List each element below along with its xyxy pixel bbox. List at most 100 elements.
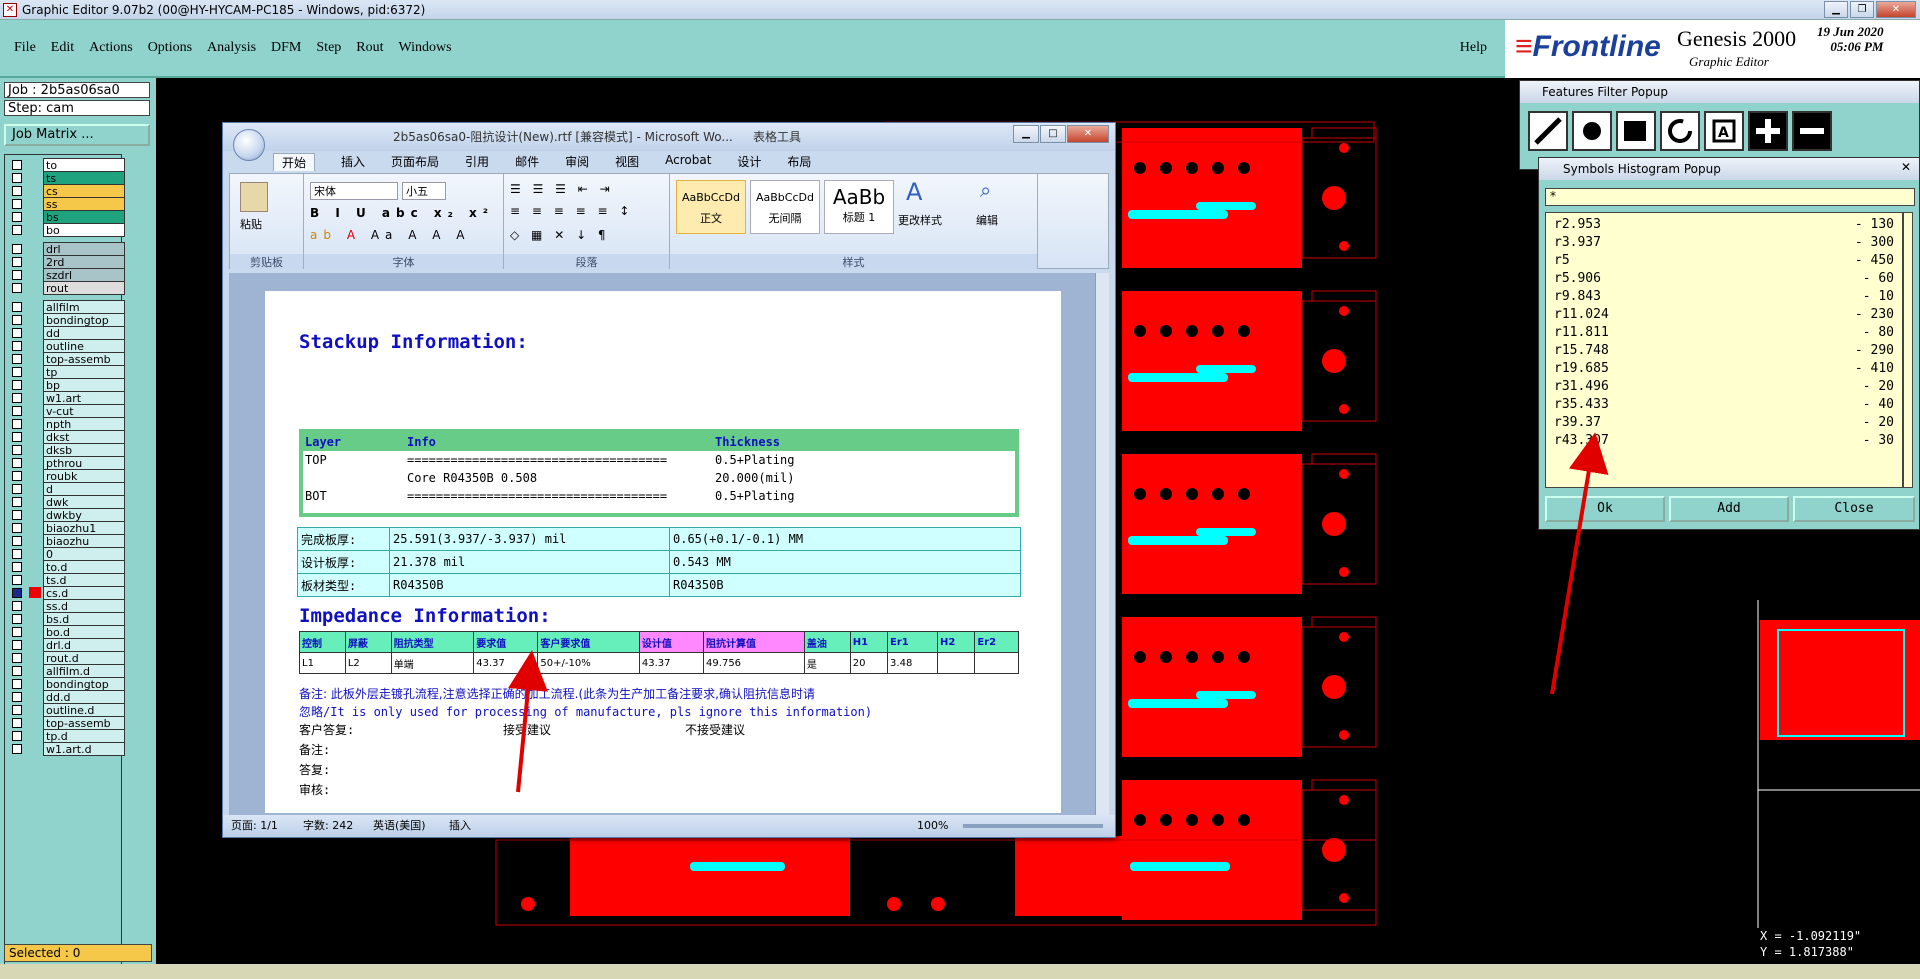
office-button[interactable] bbox=[233, 129, 265, 161]
histogram-row[interactable]: r35.433 - 40 bbox=[1554, 397, 1894, 415]
style-normal[interactable]: AaBbCcDd 正文 bbox=[676, 180, 746, 234]
layer-checkbox[interactable] bbox=[12, 341, 22, 351]
layer-checkbox[interactable] bbox=[12, 419, 22, 429]
zoom-slider[interactable] bbox=[963, 824, 1103, 828]
layer-checkbox[interactable] bbox=[12, 627, 22, 637]
histogram-row[interactable]: r2.953 - 130 bbox=[1554, 217, 1894, 235]
word-maximize-button[interactable]: □ bbox=[1040, 125, 1066, 143]
font-name-select[interactable]: 宋体 bbox=[310, 182, 398, 200]
menu-file[interactable]: File bbox=[14, 40, 36, 56]
minimize-button[interactable]: ▁ bbox=[1824, 1, 1848, 18]
vertical-scrollbar[interactable] bbox=[1095, 273, 1109, 816]
layer-checkbox[interactable] bbox=[12, 186, 22, 196]
line-tool-icon[interactable] bbox=[1528, 111, 1568, 151]
layer-checkbox[interactable] bbox=[12, 354, 22, 364]
histogram-row[interactable]: r11.024 - 230 bbox=[1554, 307, 1894, 325]
layer-checkbox[interactable] bbox=[12, 614, 22, 624]
layer-row[interactable]: bo bbox=[7, 222, 125, 237]
add-button[interactable]: Add bbox=[1669, 496, 1789, 522]
layer-checkbox[interactable] bbox=[12, 393, 22, 403]
layer-checkbox[interactable] bbox=[12, 510, 22, 520]
layer-checkbox[interactable] bbox=[12, 666, 22, 676]
close-button[interactable]: ✕ bbox=[1876, 1, 1916, 18]
layer-checkbox[interactable] bbox=[12, 601, 22, 611]
job-matrix-button[interactable]: Job Matrix ... bbox=[4, 124, 150, 146]
menu-step[interactable]: Step bbox=[316, 40, 341, 56]
tab-page-layout[interactable]: 页面布局 bbox=[391, 153, 439, 171]
minus-tool-icon[interactable] bbox=[1792, 111, 1832, 151]
histogram-row[interactable]: r15.748 - 290 bbox=[1554, 343, 1894, 361]
layer-checkbox[interactable] bbox=[12, 380, 22, 390]
tab-home[interactable]: 开始 bbox=[273, 153, 316, 171]
align-buttons[interactable]: ≡ ≡ ≡ ≡ ≡ ↕ bbox=[510, 204, 633, 218]
layer-checkbox[interactable] bbox=[12, 367, 22, 377]
layer-checkbox[interactable] bbox=[12, 315, 22, 325]
close-button-popup[interactable]: Close bbox=[1793, 496, 1915, 522]
layer-name[interactable]: w1.art.d bbox=[43, 742, 125, 756]
layer-checkbox[interactable] bbox=[12, 160, 22, 170]
style-no-spacing[interactable]: AaBbCcDd 无间隔 bbox=[750, 180, 820, 234]
font-size-select[interactable]: 小五 bbox=[402, 182, 446, 200]
layer-checkbox[interactable] bbox=[12, 244, 22, 254]
layer-checkbox[interactable] bbox=[12, 257, 22, 267]
layer-checkbox[interactable] bbox=[12, 653, 22, 663]
layer-checkbox[interactable] bbox=[12, 536, 22, 546]
layer-checkbox[interactable] bbox=[12, 432, 22, 442]
layer-checkbox[interactable] bbox=[12, 302, 22, 312]
layer-checkbox[interactable] bbox=[12, 731, 22, 741]
histogram-close-icon[interactable]: ✕ bbox=[1901, 160, 1911, 174]
layer-checkbox[interactable] bbox=[12, 471, 22, 481]
find-icon[interactable]: ⌕ bbox=[980, 178, 991, 202]
tab-mailings[interactable]: 邮件 bbox=[515, 153, 539, 171]
zoom-level[interactable]: 100% bbox=[917, 815, 948, 837]
layer-checkbox[interactable] bbox=[12, 406, 22, 416]
layer-checkbox[interactable] bbox=[12, 705, 22, 715]
histogram-row[interactable]: r39.37 - 20 bbox=[1554, 415, 1894, 433]
layer-checkbox[interactable] bbox=[12, 523, 22, 533]
tab-insert[interactable]: 插入 bbox=[341, 153, 365, 171]
histogram-row[interactable]: r19.685 - 410 bbox=[1554, 361, 1894, 379]
change-styles-icon[interactable]: A bbox=[906, 178, 922, 206]
histogram-row[interactable]: r11.811 - 80 bbox=[1554, 325, 1894, 343]
ok-button[interactable]: Ok bbox=[1545, 496, 1665, 522]
font-color-buttons[interactable]: ab A Aa A A A bbox=[310, 228, 470, 242]
layer-checkbox[interactable] bbox=[12, 270, 22, 280]
tab-design[interactable]: 设计 bbox=[737, 153, 761, 171]
histogram-row[interactable]: r9.843 - 10 bbox=[1554, 289, 1894, 307]
edit-label[interactable]: 编辑 bbox=[976, 212, 998, 228]
layer-checkbox[interactable] bbox=[12, 679, 22, 689]
histogram-row[interactable]: r3.937 - 300 bbox=[1554, 235, 1894, 253]
symbol-filter-input[interactable]: * bbox=[1545, 188, 1915, 206]
language[interactable]: 英语(美国) bbox=[373, 815, 426, 837]
layer-checkbox[interactable] bbox=[12, 692, 22, 702]
pad-tool-icon[interactable] bbox=[1572, 111, 1612, 151]
layer-checkbox[interactable] bbox=[12, 575, 22, 585]
histogram-row[interactable]: r43.307 - 30 bbox=[1554, 433, 1894, 451]
menu-options[interactable]: Options bbox=[148, 40, 192, 56]
layer-checkbox[interactable] bbox=[12, 549, 22, 559]
layer-checkbox[interactable] bbox=[12, 173, 22, 183]
layer-checkbox[interactable] bbox=[12, 484, 22, 494]
layer-checkbox[interactable] bbox=[12, 225, 22, 235]
layer-checkbox[interactable] bbox=[12, 640, 22, 650]
restore-button[interactable]: ❐ bbox=[1850, 1, 1874, 18]
menu-windows[interactable]: Windows bbox=[399, 40, 452, 56]
document-page[interactable]: Stackup Information: Layer Info Thicknes… bbox=[265, 291, 1061, 813]
plus-tool-icon[interactable] bbox=[1748, 111, 1788, 151]
word-minimize-button[interactable]: ▁ bbox=[1013, 125, 1039, 143]
surface-tool-icon[interactable] bbox=[1616, 111, 1656, 151]
layer-checkbox[interactable] bbox=[12, 458, 22, 468]
layer-checkbox[interactable] bbox=[12, 744, 22, 754]
menu-help[interactable]: Help bbox=[1460, 40, 1487, 56]
word-close-button[interactable]: ✕ bbox=[1067, 125, 1109, 143]
menu-dfm[interactable]: DFM bbox=[271, 40, 301, 56]
tab-review[interactable]: 审阅 bbox=[565, 153, 589, 171]
menu-edit[interactable]: Edit bbox=[51, 40, 74, 56]
histogram-row[interactable]: r31.496 - 20 bbox=[1554, 379, 1894, 397]
list-buttons[interactable]: ☰ ☰ ☰ ⇤ ⇥ bbox=[510, 182, 614, 196]
layer-checkbox[interactable] bbox=[12, 588, 22, 598]
insert-mode[interactable]: 插入 bbox=[449, 815, 471, 837]
layer-checkbox[interactable] bbox=[12, 497, 22, 507]
arc-tool-icon[interactable] bbox=[1660, 111, 1700, 151]
paste-icon[interactable] bbox=[240, 182, 268, 212]
